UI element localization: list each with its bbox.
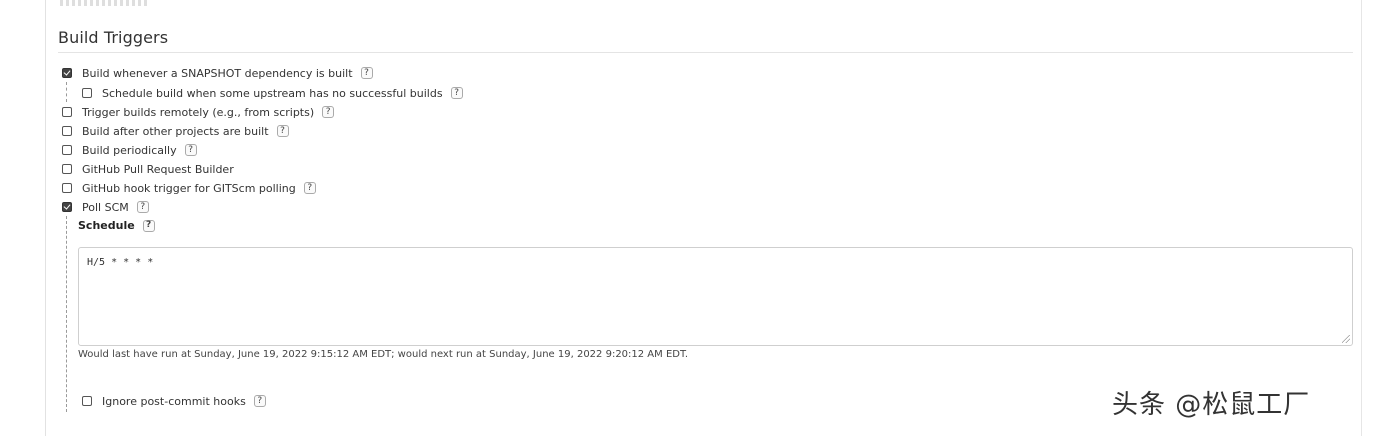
watermark: 头条 @松鼠工厂 [1112, 390, 1311, 420]
schedule-label-row: Schedule ? [78, 219, 155, 232]
schedule-value[interactable]: H/5 * * * * [87, 257, 153, 268]
trigger-github-hook[interactable]: GitHub hook trigger for GITScm polling ? [62, 180, 316, 196]
trigger-build-periodically[interactable]: Build periodically ? [62, 142, 197, 158]
help-icon[interactable]: ? [360, 67, 373, 79]
schedule-label: Schedule [78, 219, 135, 232]
nesting-guide [66, 82, 67, 102]
trigger-label: Build whenever a SNAPSHOT dependency is … [82, 66, 353, 80]
section-divider [58, 52, 1353, 53]
left-border [45, 0, 46, 436]
trigger-poll-scm[interactable]: Poll SCM ? [62, 199, 149, 215]
section-title: Build Triggers [58, 28, 169, 47]
build-triggers-page: Build Triggers Build whenever a SNAPSHOT… [0, 0, 1380, 436]
right-border [1361, 0, 1362, 436]
checkbox-icon[interactable] [62, 183, 72, 193]
nesting-guide [66, 216, 67, 412]
help-icon[interactable]: ? [322, 106, 335, 118]
help-icon[interactable]: ? [303, 182, 316, 194]
schedule-info-text: Would last have run at Sunday, June 19, … [78, 349, 689, 360]
trigger-label: Build periodically [82, 143, 177, 157]
trigger-label: Schedule build when some upstream has no… [102, 86, 443, 100]
trigger-label: Poll SCM [82, 200, 129, 214]
help-icon[interactable]: ? [253, 395, 266, 407]
ignore-post-commit-hooks[interactable]: Ignore post-commit hooks ? [82, 393, 266, 409]
previous-section-remnant [60, 0, 150, 6]
trigger-schedule-upstream[interactable]: Schedule build when some upstream has no… [82, 85, 463, 101]
checkbox-icon[interactable] [62, 164, 72, 174]
help-icon[interactable]: ? [184, 144, 197, 156]
checkbox-icon[interactable] [62, 145, 72, 155]
trigger-label: Trigger builds remotely (e.g., from scri… [82, 105, 315, 119]
trigger-label: Build after other projects are built [82, 124, 269, 138]
help-icon[interactable]: ? [276, 125, 289, 137]
trigger-snapshot-dependency[interactable]: Build whenever a SNAPSHOT dependency is … [62, 65, 373, 81]
trigger-label: GitHub hook trigger for GITScm polling [82, 181, 296, 195]
help-icon[interactable]: ? [142, 219, 155, 232]
trigger-label: GitHub Pull Request Builder [82, 162, 234, 176]
help-icon[interactable]: ? [136, 201, 149, 213]
trigger-github-pr-builder[interactable]: GitHub Pull Request Builder [62, 161, 234, 177]
trigger-remote[interactable]: Trigger builds remotely (e.g., from scri… [62, 104, 335, 120]
checkbox-icon[interactable] [62, 202, 72, 212]
checkbox-icon[interactable] [62, 126, 72, 136]
help-icon[interactable]: ? [450, 87, 463, 99]
trigger-after-other-projects[interactable]: Build after other projects are built ? [62, 123, 289, 139]
checkbox-icon[interactable] [62, 68, 72, 78]
checkbox-icon[interactable] [82, 88, 92, 98]
checkbox-icon[interactable] [82, 396, 92, 406]
ignore-post-commit-label: Ignore post-commit hooks [102, 394, 246, 408]
checkbox-icon[interactable] [62, 107, 72, 117]
resize-grip-icon[interactable] [1342, 335, 1350, 343]
schedule-textarea[interactable]: H/5 * * * * [78, 247, 1353, 346]
